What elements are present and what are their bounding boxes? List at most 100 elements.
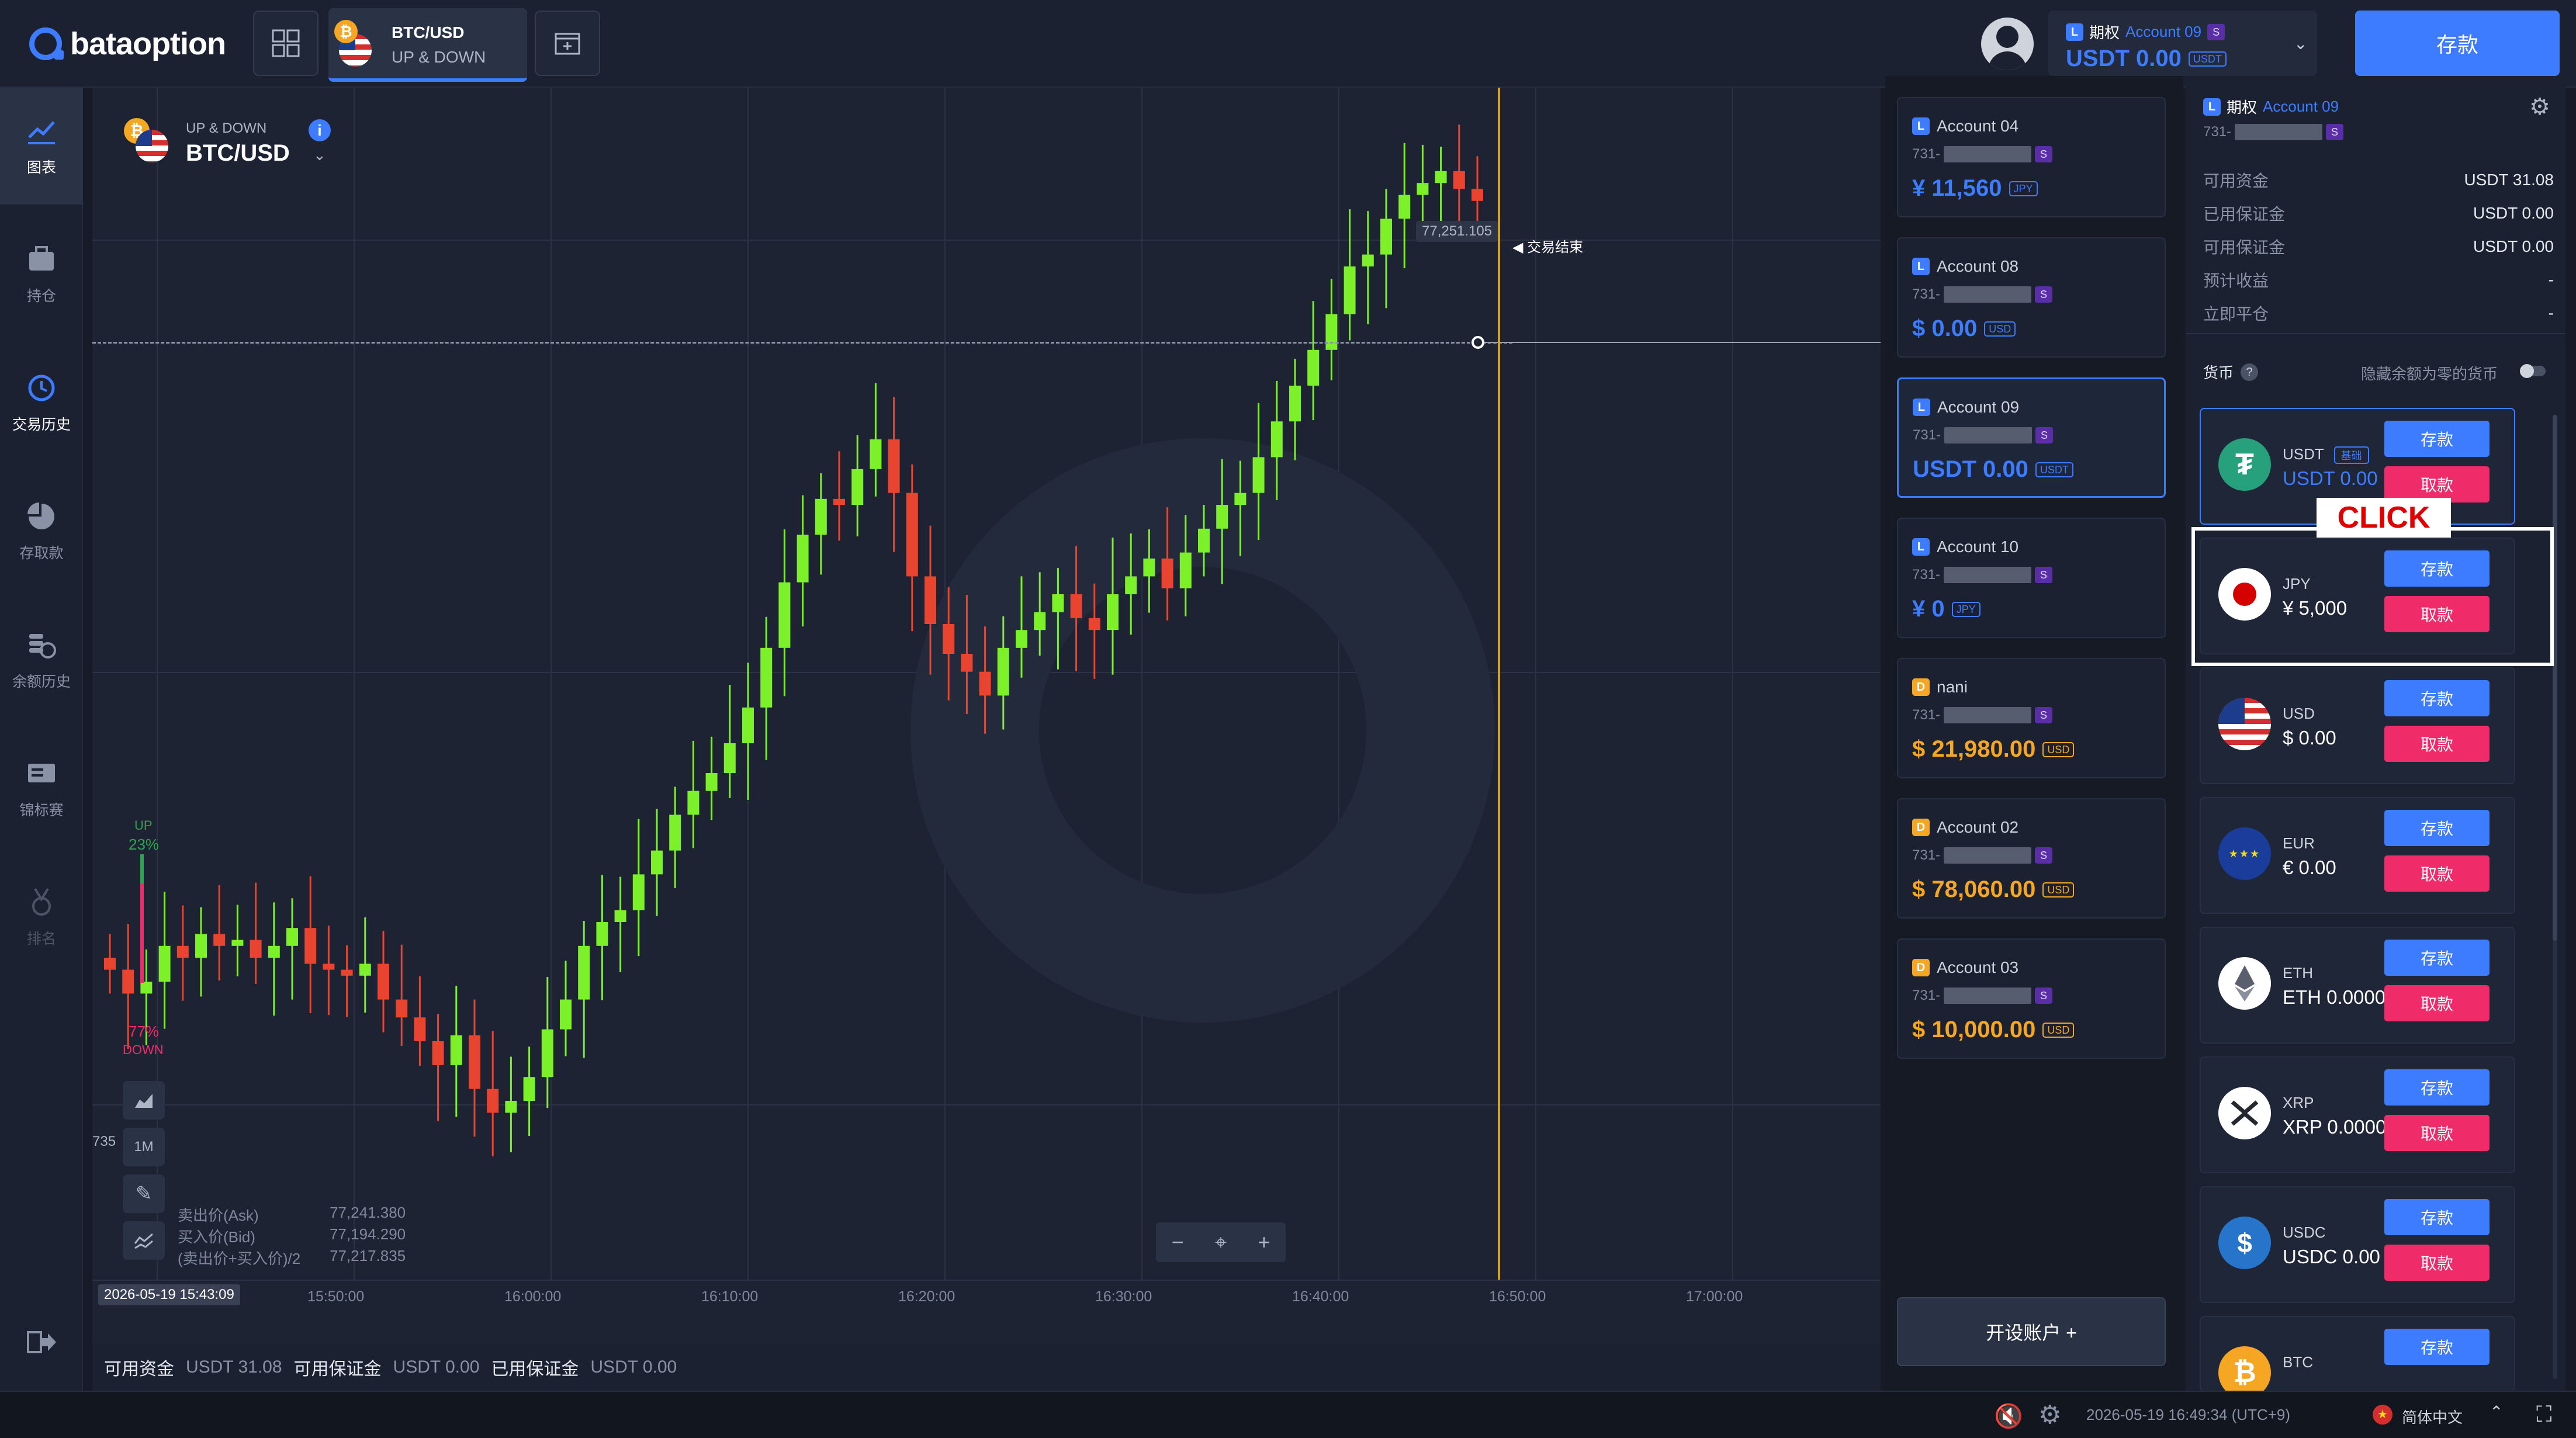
zoom-out-icon[interactable]: − [1172, 1230, 1184, 1255]
account-card-balance: ¥ 0 JPY [1912, 596, 1981, 622]
bid-value: 77,194.290 [330, 1225, 406, 1243]
account-card[interactable]: Dnani 731- S $ 21,980.00 USD [1897, 658, 2166, 778]
account-card-number: 731- S [1912, 847, 2053, 864]
user-avatar[interactable] [1981, 18, 2034, 70]
account-card[interactable]: L Account 09 731- S USDT 0.00 USDT [1897, 377, 2166, 498]
chart-mode-label: UP & DOWN [186, 120, 267, 136]
logout-icon[interactable] [26, 1326, 57, 1361]
account-card-header: L Account 09 [1913, 398, 2019, 417]
wallet-deposit-button[interactable]: 存款 [2384, 1199, 2490, 1235]
sidebar-item-label: 余额历史 [12, 674, 71, 690]
wallet-withdraw-button[interactable]: 取款 [2384, 726, 2490, 762]
deposit-button[interactable]: 存款 [2355, 11, 2560, 76]
sidebar-item-tournament[interactable]: 锦标赛 [0, 730, 83, 847]
zoom-in-icon[interactable]: + [1258, 1230, 1270, 1255]
candle-body [1417, 183, 1429, 195]
account-card-header: Dnani [1912, 678, 1968, 697]
indicator-button[interactable] [123, 1221, 165, 1260]
s-badge: S [2035, 286, 2053, 303]
candle-body [104, 958, 116, 970]
candle-body [250, 940, 262, 958]
sidebar-item-positions[interactable]: 持仓 [0, 216, 83, 333]
wallet-deposit-button[interactable]: 存款 [2384, 1329, 2490, 1365]
candle-body [742, 707, 754, 743]
account-type-badge: L [1912, 117, 1930, 135]
footer-bar: 🔇 ⚙ 2026-05-19 16:49:34 (UTC+9) ★ 简体中文 ⌃… [0, 1391, 2576, 1438]
wallet-deposit-button[interactable]: 存款 [2384, 1069, 2490, 1106]
account-card-name: Account 02 [1937, 818, 2019, 836]
account-card-header: L Account 08 [1912, 257, 2018, 276]
sidebar-item-balance-history[interactable]: 余额历史 [0, 602, 83, 719]
bottom-status-bar: 可用资金 USDT 31.08 可用保证金 USDT 0.00 已用保证金 US… [92, 1344, 1881, 1391]
candle-body [705, 773, 718, 791]
ask-value: 77,241.380 [330, 1204, 406, 1221]
account-card[interactable]: L Account 10 731- S ¥ 0 JPY [1897, 518, 2166, 638]
chart-type-button[interactable] [123, 1081, 165, 1120]
fullscreen-icon[interactable]: ⛶ [2536, 1402, 2552, 1427]
brand-logo[interactable]: bataoption [29, 23, 226, 64]
candle-body [450, 1035, 462, 1065]
chevron-up-icon[interactable]: ⌃ [2490, 1402, 2503, 1422]
wallet-withdraw-button[interactable]: 取款 [2384, 985, 2490, 1021]
sidebar-item-ranking[interactable]: 排名 [0, 859, 83, 976]
wallet-deposit-button[interactable]: 存款 [2384, 940, 2490, 976]
chart-pair-label[interactable]: BTC/USD [186, 140, 290, 167]
account-selector[interactable]: L 期权 Account 09 S USDT 0.00 USDT ⌄ [2048, 11, 2317, 76]
sidebar-item-deposit-withdraw[interactable]: 存取款 [0, 473, 83, 590]
chevron-down-icon[interactable]: ⌄ [313, 146, 326, 164]
time-tick-label: 15:50:00 [307, 1288, 365, 1305]
account-card-number: 731- S [1912, 707, 2053, 723]
candle-body [1234, 493, 1247, 505]
account-card-header: D Account 02 [1912, 818, 2018, 837]
account-number-prefix: 731- [1912, 847, 1941, 863]
account-number-prefix: 731- [1912, 707, 1941, 723]
wallet-deposit-button[interactable]: 存款 [2384, 680, 2490, 716]
recenter-icon[interactable]: ⌖ [1215, 1230, 1227, 1255]
s-badge: S [2035, 427, 2054, 443]
wallet-code-text: ETH [2283, 964, 2313, 982]
wallet-withdraw-button[interactable]: 取款 [2384, 1245, 2490, 1281]
language-selector[interactable]: 简体中文 [2402, 1406, 2463, 1427]
account-balance-value: $ 21,980.00 [1912, 736, 2036, 762]
account-balance-value: ¥ 11,560 [1912, 175, 2002, 201]
info-icon[interactable]: i [309, 119, 331, 141]
scrollbar-thumb[interactable] [2553, 415, 2557, 941]
candle-body [925, 576, 936, 624]
account-card-header: D Account 03 [1912, 958, 2018, 977]
help-icon[interactable]: ? [2241, 363, 2259, 381]
account-card[interactable]: D Account 03 731- S $ 10,000.00 USD [1897, 938, 2166, 1059]
masked-account-number [1944, 707, 2032, 723]
wallet-withdraw-button[interactable]: 取款 [2384, 466, 2490, 503]
s-badge: S [2035, 146, 2053, 162]
wallet-deposit-button[interactable]: 存款 [2384, 421, 2490, 457]
candle-body [1471, 189, 1483, 201]
open-account-button[interactable]: 开设账户 + [1897, 1297, 2166, 1366]
sidebar-item-chart[interactable]: 图表 [0, 88, 83, 205]
settings-gear-icon[interactable]: ⚙ [2529, 93, 2550, 120]
wallet-deposit-button[interactable]: 存款 [2384, 810, 2490, 846]
wallet-withdraw-button[interactable]: 取款 [2384, 855, 2490, 892]
zoom-controls: − ⌖ + [1156, 1222, 1286, 1262]
candle-body [1435, 171, 1447, 183]
timeframe-button[interactable]: 1M [123, 1128, 165, 1166]
candle-body [614, 910, 626, 922]
account-card[interactable]: D Account 02 731- S $ 78,060.00 USD [1897, 798, 2166, 919]
wallet-withdraw-button[interactable]: 取款 [2384, 1115, 2490, 1151]
asset-tab-btc-usd[interactable]: ₿ BTC/USD UP & DOWN [328, 8, 527, 82]
current-price-line [92, 342, 1512, 344]
pie-icon [27, 503, 54, 529]
candle-body [1198, 528, 1210, 553]
price-chart[interactable]: 77,251.105 ◀ 交易结束 ₿ UP & DOWN BTC/USD i … [92, 88, 1881, 1379]
wallet-code-text: USDT [2283, 445, 2324, 463]
account-type-badge: D [1912, 678, 1930, 696]
settings-icon[interactable]: ⚙ [2038, 1400, 2061, 1430]
layout-grid-button[interactable] [253, 11, 318, 76]
account-card[interactable]: L Account 08 731- S $ 0.00 USD [1897, 237, 2166, 358]
add-tab-button[interactable] [535, 11, 600, 76]
hide-zero-toggle[interactable] [2520, 364, 2546, 378]
draw-tool-button[interactable]: ✎ [123, 1174, 165, 1213]
mid-value: 77,217.835 [330, 1247, 406, 1264]
account-card[interactable]: L Account 04 731- S ¥ 11,560 JPY [1897, 97, 2166, 217]
sidebar-item-history[interactable]: 交易历史 [0, 345, 83, 462]
mute-icon[interactable]: 🔇 [1994, 1402, 2023, 1430]
